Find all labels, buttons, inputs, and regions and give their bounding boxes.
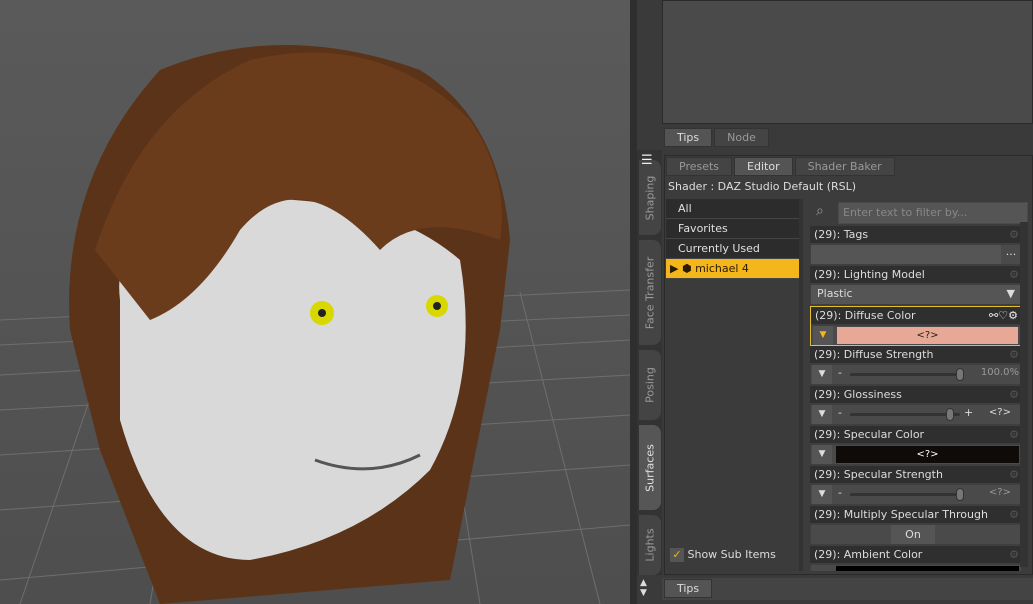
prop-multiply-specular: (29): Multiply Specular Through Opacity⚙… (810, 506, 1022, 546)
properties-scrollbar[interactable] (1020, 222, 1028, 567)
gear-icon[interactable]: ⚙ (1009, 266, 1019, 283)
minus-icon: - (838, 406, 842, 419)
ambient-color-swatch[interactable] (836, 566, 1019, 571)
prop-label: (29): Diffuse Color (815, 309, 916, 322)
link-heart-gear-icons[interactable]: ⚯♡⚙ (989, 307, 1018, 324)
search-icon[interactable]: ⌕ (816, 203, 824, 219)
gear-icon[interactable]: ⚙ (1009, 346, 1019, 363)
diffuse-strength-slider[interactable]: - 100.0% (836, 365, 1019, 384)
select-value: Plastic (817, 287, 853, 300)
filter-bar: ⌕ Enter text to filter by... (808, 201, 1030, 225)
prop-label: (29): Tags (814, 228, 869, 241)
splitter[interactable] (630, 0, 637, 604)
prop-lighting-model: (29): Lighting Model ⚙ Plastic ▼ (810, 266, 1022, 306)
specular-strength-slider[interactable]: - <?> (836, 485, 1019, 504)
tab-tips[interactable]: Tips (664, 128, 713, 147)
prop-specular-strength: (29): Specular Strength ⚙ ▼ - <?> (810, 466, 1022, 506)
tab-label: Posing (643, 367, 657, 403)
prop-label: (29): Lighting Model (814, 268, 925, 281)
tab-label: Face Transfer (643, 256, 657, 329)
filter-input[interactable]: Enter text to filter by... (838, 202, 1028, 224)
chevron-down-icon: ▼ (1006, 287, 1015, 300)
dropdown-button[interactable]: ▼ (812, 445, 832, 464)
lighting-model-select[interactable]: Plastic ▼ (811, 285, 1021, 304)
slider-knob[interactable] (956, 368, 964, 381)
checkbox-checked-icon[interactable]: ✓ (670, 548, 684, 562)
property-editor: ⌕ Enter text to filter by... (29): Tags ⚙… (808, 199, 1030, 571)
prop-label: (29): Ambient Color (814, 548, 923, 561)
prop-diffuse-color: (29): Diffuse Color ⚯♡⚙ ▼ <?> (810, 306, 1022, 346)
prop-diffuse-strength: (29): Diffuse Strength ⚙ ▼ - 100.0% (810, 346, 1022, 386)
dropdown-button[interactable]: ▼ (812, 405, 832, 424)
top-panel (662, 0, 1033, 124)
tab-lights[interactable]: Lights (639, 515, 661, 575)
prop-label: (29): Glossiness (814, 388, 902, 401)
main-tabbar: Presets Editor Shader Baker (666, 157, 895, 176)
list-item-all[interactable]: All (666, 199, 799, 219)
checkbox-label: Show Sub Items (687, 548, 776, 561)
item-label: michael 4 (695, 262, 749, 275)
dropdown-button[interactable]: ▼ (813, 326, 833, 345)
3d-viewport[interactable] (0, 0, 630, 604)
prop-ambient-color: (29): Ambient Color ⚙ (810, 546, 1022, 571)
gear-icon[interactable]: ⚙ (1009, 426, 1019, 443)
prop-glossiness: (29): Glossiness ⚙ ▼ - + <?> (810, 386, 1022, 426)
gear-icon[interactable]: ⚙ (1009, 546, 1019, 563)
figure-icon: ⬢ (681, 262, 692, 275)
list-item-michael-4[interactable]: ▶ ⬢ michael 4 (666, 259, 799, 279)
shader-label: Shader : DAZ Studio Default (RSL) (668, 180, 857, 193)
gear-icon[interactable]: ⚙ (1009, 226, 1019, 243)
expand-arrow-icon[interactable]: ▶ (670, 262, 678, 275)
tab-label: Lights (643, 528, 657, 562)
tab-label: Surfaces (643, 443, 657, 492)
tab-shaping[interactable]: Shaping (639, 160, 661, 235)
slider-knob[interactable] (956, 488, 964, 501)
tab-label: Shaping (643, 175, 657, 220)
slider-knob[interactable] (946, 408, 954, 421)
surface-list: All Favorites Currently Used ▶ ⬢ michael… (666, 199, 803, 571)
gear-icon[interactable]: ⚙ (1009, 386, 1019, 403)
plus-icon: + (964, 406, 974, 419)
top-tabbar: Tips Node (664, 128, 769, 147)
tab-presets[interactable]: Presets (666, 157, 733, 176)
gear-icon[interactable]: ⚙ (1009, 506, 1019, 523)
prop-label: (29): Specular Color (814, 428, 925, 441)
minus-icon: - (838, 366, 842, 379)
slider-value[interactable]: 100.0% (981, 367, 1019, 378)
tab-posing[interactable]: Posing (639, 350, 661, 420)
specular-color-swatch[interactable]: <?> (836, 446, 1019, 463)
bottom-tabbar: Tips (662, 578, 1033, 600)
list-item-favorites[interactable]: Favorites (666, 219, 799, 239)
tab-scroll-arrows-icon[interactable]: ▲ ▼ (640, 578, 647, 598)
tab-surfaces[interactable]: Surfaces (639, 425, 661, 510)
prop-specular-color: (29): Specular Color ⚙ ▼ <?> (810, 426, 1022, 466)
list-item-currently-used[interactable]: Currently Used (666, 239, 799, 259)
slider-value[interactable]: <?> (989, 407, 1011, 418)
prop-label: (29): Diffuse Strength (814, 348, 934, 361)
show-sub-items[interactable]: ✓ Show Sub Items (670, 548, 776, 562)
tags-browse-button[interactable]: ... (1001, 245, 1021, 264)
tab-node[interactable]: Node (714, 128, 769, 147)
tab-shader-baker[interactable]: Shader Baker (794, 157, 895, 176)
side-tabs: Shaping Face Transfer Posing Surfaces Li… (637, 150, 662, 575)
scene-render (0, 45, 630, 604)
prop-tags: (29): Tags ⚙ ... (810, 226, 1022, 266)
gear-icon[interactable]: ⚙ (1009, 466, 1019, 483)
dropdown-button[interactable]: ▼ (812, 365, 832, 384)
tab-tips-bottom[interactable]: Tips (664, 579, 713, 598)
prop-label: (29): Specular Strength (814, 468, 943, 481)
slider-value[interactable]: <?> (989, 487, 1011, 498)
panel-menu-icon[interactable]: ☰ (641, 153, 653, 168)
toggle-on-button[interactable]: On (891, 525, 935, 544)
glossiness-slider[interactable]: - + <?> (836, 405, 1019, 424)
tab-editor[interactable]: Editor (734, 157, 793, 176)
minus-icon: - (838, 486, 842, 499)
dropdown-button[interactable]: ▼ (812, 485, 832, 504)
tab-face-transfer[interactable]: Face Transfer (639, 240, 661, 345)
diffuse-color-swatch[interactable]: <?> (837, 327, 1018, 344)
